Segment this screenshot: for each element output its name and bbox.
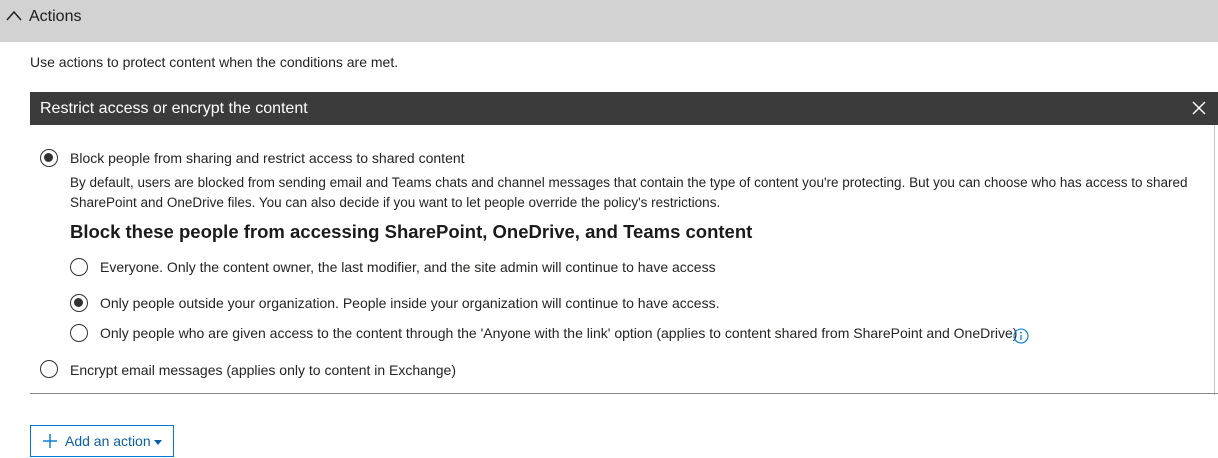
block-sharing-description: By default, users are blocked from sendi… [70,175,1188,210]
plus-icon [43,434,57,448]
section-title: Actions [29,8,82,25]
encrypt-email-radio[interactable] [40,360,58,378]
intro-text: Use actions to protect content when the … [30,54,399,70]
everyone-label[interactable]: Everyone. Only the content owner, the la… [100,259,716,275]
block-sharing-label[interactable]: Block people from sharing and restrict a… [70,150,465,166]
outside-org-radio[interactable] [70,294,88,312]
info-icon[interactable] [1013,328,1029,344]
outside-org-label[interactable]: Only people outside your organization. P… [100,295,720,311]
card-right-border [1214,125,1215,395]
add-action-label: Add an action [65,433,151,449]
block-people-heading: Block these people from accessing ShareP… [70,221,753,242]
close-icon[interactable] [1192,101,1206,115]
anyone-link-radio[interactable] [70,324,88,342]
encrypt-email-label[interactable]: Encrypt email messages (applies only to … [70,362,456,378]
anyone-link-label[interactable]: Only people who are given access to the … [100,325,1017,341]
card-title: Restrict access or encrypt the content [40,100,308,117]
card-header: Restrict access or encrypt the content [30,92,1218,125]
actions-section-header[interactable]: Actions [0,0,1218,42]
card-divider [30,393,1218,394]
block-sharing-radio[interactable] [40,149,58,167]
everyone-radio[interactable] [70,258,88,276]
chevron-up-icon[interactable] [6,10,22,22]
chevron-down-icon [154,440,162,445]
add-action-button[interactable]: Add an action [30,425,174,457]
